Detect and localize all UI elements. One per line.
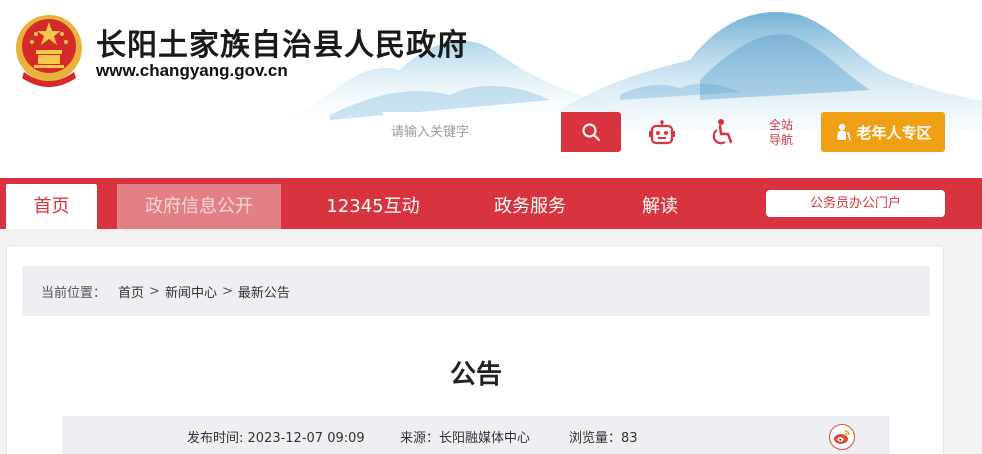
search-input[interactable] xyxy=(383,112,561,152)
content-card: 当前位置： 首页 > 新闻中心 > 最新公告 公告 发布时间: 2023-12-… xyxy=(6,245,944,454)
share-weibo-button[interactable] xyxy=(829,424,855,450)
breadcrumb-separator: > xyxy=(221,283,233,299)
sitemap-label-line1: 全站 xyxy=(768,118,793,132)
breadcrumb-latest-notice[interactable]: 最新公告 xyxy=(238,282,290,301)
article-source: 来源：长阳融媒体中心 xyxy=(400,431,531,446)
elder-zone-button[interactable]: 老年人专区 xyxy=(821,112,945,152)
weibo-icon xyxy=(834,430,850,444)
accessibility-button[interactable] xyxy=(709,118,735,146)
article-title: 公告 xyxy=(449,360,502,390)
breadcrumb: 当前位置： 首页 > 新闻中心 > 最新公告 xyxy=(22,266,930,316)
site-header: 长阳土家族自治县人民政府 www.changyang.gov.cn 全站 导航 xyxy=(0,0,982,178)
sitemap-link[interactable]: 全站 导航 xyxy=(766,118,796,148)
robot-icon xyxy=(649,120,675,145)
civil-servant-portal-button[interactable]: 公务员办公门户 xyxy=(766,190,945,217)
search-icon xyxy=(582,123,600,141)
search-button[interactable] xyxy=(561,112,621,152)
breadcrumb-home[interactable]: 首页 xyxy=(118,282,144,301)
accessibility-icon xyxy=(712,119,733,145)
publish-time: 发布时间: 2023-12-07 09:09 xyxy=(187,431,365,446)
nav-gov-service[interactable]: 政务服务 xyxy=(480,184,580,229)
breadcrumb-news-center[interactable]: 新闻中心 xyxy=(165,282,217,301)
nav-gov-info[interactable]: 政府信息公开 xyxy=(117,184,281,229)
view-count: 浏览量：83 xyxy=(569,431,638,446)
site-url: www.changyang.gov.cn xyxy=(96,61,288,80)
article-meta-bar: 发布时间: 2023-12-07 09:09 来源：长阳融媒体中心 浏览量：83 xyxy=(62,416,890,454)
nav-interpretation[interactable]: 解读 xyxy=(628,184,692,229)
elder-zone-label: 老年人专区 xyxy=(856,123,932,142)
nav-12345[interactable]: 12345互动 xyxy=(318,184,428,229)
site-title: 长阳土家族自治县人民政府 xyxy=(96,28,468,63)
breadcrumb-separator: > xyxy=(149,283,160,299)
breadcrumb-prefix: 当前位置： xyxy=(41,285,107,301)
national-emblem-icon xyxy=(16,15,82,87)
sitemap-label-line2: 导航 xyxy=(768,133,793,147)
nav-home[interactable]: 首页 xyxy=(6,184,97,229)
main-nav: 首页 政府信息公开 12345互动 政务服务 解读 公务员办公门户 xyxy=(0,178,982,229)
elder-person-icon xyxy=(837,123,852,141)
robot-assistant-button[interactable] xyxy=(648,120,676,146)
